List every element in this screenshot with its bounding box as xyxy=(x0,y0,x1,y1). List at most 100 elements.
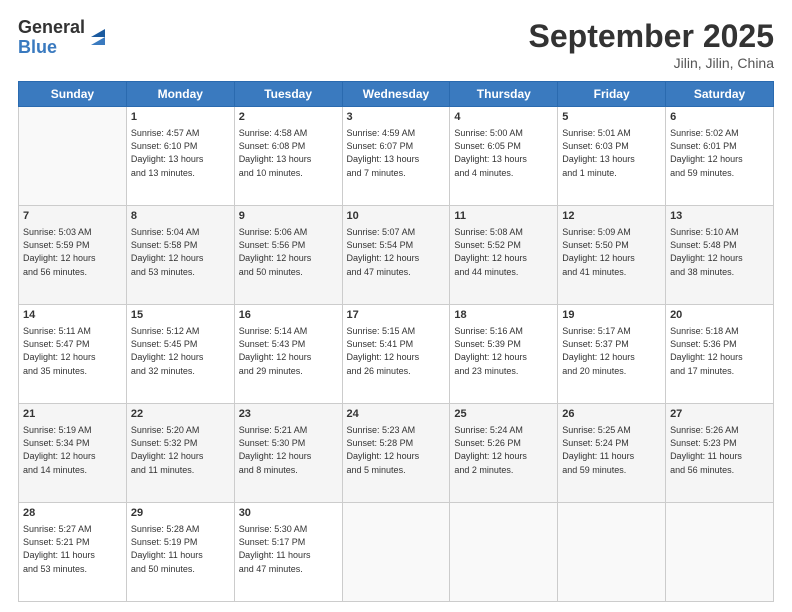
day-number: 30 xyxy=(239,506,338,521)
cell-content: Sunrise: 5:23 AM Sunset: 5:28 PM Dayligh… xyxy=(347,424,446,476)
table-row: 23 Sunrise: 5:21 AM Sunset: 5:30 PM Dayli… xyxy=(234,404,342,503)
table-row xyxy=(19,107,127,206)
day-number: 24 xyxy=(347,407,446,422)
calendar-week-row: 21 Sunrise: 5:19 AM Sunset: 5:34 PM Dayli… xyxy=(19,404,774,503)
day-number: 5 xyxy=(562,110,661,125)
day-number: 8 xyxy=(131,209,230,224)
header: General Blue September 2025 Jilin, Jilin… xyxy=(18,18,774,71)
day-number: 10 xyxy=(347,209,446,224)
cell-content: Sunrise: 5:02 AM Sunset: 6:01 PM Dayligh… xyxy=(670,127,769,179)
table-row: 12Sunrise: 5:09 AM Sunset: 5:50 PM Dayli… xyxy=(558,206,666,305)
cell-content: Sunrise: 5:10 AM Sunset: 5:48 PM Dayligh… xyxy=(670,226,769,278)
table-row: 18 Sunrise: 5:16 AM Sunset: 5:39 PM Dayli… xyxy=(450,305,558,404)
cell-content: Sunrise: 5:17 AM Sunset: 5:37 PM Dayligh… xyxy=(562,325,661,377)
cell-content: Sunrise: 5:26 AM Sunset: 5:23 PM Dayligh… xyxy=(670,424,769,476)
calendar-week-row: 14 Sunrise: 5:11 AM Sunset: 5:47 PM Dayli… xyxy=(19,305,774,404)
table-row: 20 Sunrise: 5:18 AM Sunset: 5:36 PM Dayli… xyxy=(666,305,774,404)
day-number: 9 xyxy=(239,209,338,224)
table-row: 17 Sunrise: 5:15 AM Sunset: 5:41 PM Dayli… xyxy=(342,305,450,404)
day-number: 13 xyxy=(670,209,769,224)
day-number: 7 xyxy=(23,209,122,224)
logo-blue-text: Blue xyxy=(18,38,85,58)
day-number: 22 xyxy=(131,407,230,422)
day-number: 28 xyxy=(23,506,122,521)
cell-content: Sunrise: 5:14 AM Sunset: 5:43 PM Dayligh… xyxy=(239,325,338,377)
logo-text: General Blue xyxy=(18,18,85,58)
table-row: 3Sunrise: 4:59 AM Sunset: 6:07 PM Daylig… xyxy=(342,107,450,206)
day-number: 12 xyxy=(562,209,661,224)
day-number: 14 xyxy=(23,308,122,323)
page: General Blue September 2025 Jilin, Jilin… xyxy=(0,0,792,612)
cell-content: Sunrise: 5:04 AM Sunset: 5:58 PM Dayligh… xyxy=(131,226,230,278)
day-number: 16 xyxy=(239,308,338,323)
calendar-week-row: 28 Sunrise: 5:27 AM Sunset: 5:21 PM Dayli… xyxy=(19,503,774,602)
table-row: 14 Sunrise: 5:11 AM Sunset: 5:47 PM Dayli… xyxy=(19,305,127,404)
cell-content: Sunrise: 5:18 AM Sunset: 5:36 PM Dayligh… xyxy=(670,325,769,377)
day-number: 1 xyxy=(131,110,230,125)
table-row: 2Sunrise: 4:58 AM Sunset: 6:08 PM Daylig… xyxy=(234,107,342,206)
col-friday: Friday xyxy=(558,82,666,107)
cell-content: Sunrise: 5:11 AM Sunset: 5:47 PM Dayligh… xyxy=(23,325,122,377)
table-row: 13 Sunrise: 5:10 AM Sunset: 5:48 PM Dayli… xyxy=(666,206,774,305)
cell-content: Sunrise: 5:21 AM Sunset: 5:30 PM Dayligh… xyxy=(239,424,338,476)
table-row: 10 Sunrise: 5:07 AM Sunset: 5:54 PM Dayli… xyxy=(342,206,450,305)
col-saturday: Saturday xyxy=(666,82,774,107)
table-row: 7Sunrise: 5:03 AM Sunset: 5:59 PM Daylig… xyxy=(19,206,127,305)
table-row: 1Sunrise: 4:57 AM Sunset: 6:10 PM Daylig… xyxy=(126,107,234,206)
cell-content: Sunrise: 5:01 AM Sunset: 6:03 PM Dayligh… xyxy=(562,127,661,179)
table-row: 30 Sunrise: 5:30 AM Sunset: 5:17 PM Dayli… xyxy=(234,503,342,602)
cell-content: Sunrise: 4:59 AM Sunset: 6:07 PM Dayligh… xyxy=(347,127,446,179)
day-number: 19 xyxy=(562,308,661,323)
cell-content: Sunrise: 5:24 AM Sunset: 5:26 PM Dayligh… xyxy=(454,424,553,476)
cell-content: Sunrise: 5:28 AM Sunset: 5:19 PM Dayligh… xyxy=(131,523,230,575)
cell-content: Sunrise: 5:20 AM Sunset: 5:32 PM Dayligh… xyxy=(131,424,230,476)
day-number: 6 xyxy=(670,110,769,125)
cell-content: Sunrise: 5:25 AM Sunset: 5:24 PM Dayligh… xyxy=(562,424,661,476)
table-row: 16 Sunrise: 5:14 AM Sunset: 5:43 PM Dayli… xyxy=(234,305,342,404)
cell-content: Sunrise: 5:07 AM Sunset: 5:54 PM Dayligh… xyxy=(347,226,446,278)
table-row: 29 Sunrise: 5:28 AM Sunset: 5:19 PM Dayli… xyxy=(126,503,234,602)
cell-content: Sunrise: 5:15 AM Sunset: 5:41 PM Dayligh… xyxy=(347,325,446,377)
table-row: 22 Sunrise: 5:20 AM Sunset: 5:32 PM Dayli… xyxy=(126,404,234,503)
table-row xyxy=(342,503,450,602)
col-sunday: Sunday xyxy=(19,82,127,107)
col-tuesday: Tuesday xyxy=(234,82,342,107)
cell-content: Sunrise: 5:16 AM Sunset: 5:39 PM Dayligh… xyxy=(454,325,553,377)
cell-content: Sunrise: 5:30 AM Sunset: 5:17 PM Dayligh… xyxy=(239,523,338,575)
table-row xyxy=(558,503,666,602)
calendar-table: Sunday Monday Tuesday Wednesday Thursday… xyxy=(18,81,774,602)
col-thursday: Thursday xyxy=(450,82,558,107)
day-number: 21 xyxy=(23,407,122,422)
day-number: 18 xyxy=(454,308,553,323)
table-row: 21 Sunrise: 5:19 AM Sunset: 5:34 PM Dayli… xyxy=(19,404,127,503)
day-number: 20 xyxy=(670,308,769,323)
table-row: 8 Sunrise: 5:04 AM Sunset: 5:58 PM Daylig… xyxy=(126,206,234,305)
day-number: 23 xyxy=(239,407,338,422)
calendar-week-row: 7Sunrise: 5:03 AM Sunset: 5:59 PM Daylig… xyxy=(19,206,774,305)
table-row: 25 Sunrise: 5:24 AM Sunset: 5:26 PM Dayli… xyxy=(450,404,558,503)
table-row: 28 Sunrise: 5:27 AM Sunset: 5:21 PM Dayli… xyxy=(19,503,127,602)
day-number: 17 xyxy=(347,308,446,323)
cell-content: Sunrise: 5:12 AM Sunset: 5:45 PM Dayligh… xyxy=(131,325,230,377)
table-row: 4 Sunrise: 5:00 AM Sunset: 6:05 PM Daylig… xyxy=(450,107,558,206)
logo: General Blue xyxy=(18,18,109,58)
cell-content: Sunrise: 5:27 AM Sunset: 5:21 PM Dayligh… xyxy=(23,523,122,575)
title-block: September 2025 Jilin, Jilin, China xyxy=(529,18,774,71)
logo-general-text: General xyxy=(18,18,85,38)
day-number: 11 xyxy=(454,209,553,224)
col-wednesday: Wednesday xyxy=(342,82,450,107)
col-monday: Monday xyxy=(126,82,234,107)
table-row xyxy=(450,503,558,602)
calendar-header-row: Sunday Monday Tuesday Wednesday Thursday… xyxy=(19,82,774,107)
cell-content: Sunrise: 5:06 AM Sunset: 5:56 PM Dayligh… xyxy=(239,226,338,278)
day-number: 4 xyxy=(454,110,553,125)
day-number: 25 xyxy=(454,407,553,422)
day-number: 29 xyxy=(131,506,230,521)
day-number: 27 xyxy=(670,407,769,422)
table-row: 15Sunrise: 5:12 AM Sunset: 5:45 PM Dayli… xyxy=(126,305,234,404)
table-row: 24 Sunrise: 5:23 AM Sunset: 5:28 PM Dayli… xyxy=(342,404,450,503)
calendar-week-row: 1Sunrise: 4:57 AM Sunset: 6:10 PM Daylig… xyxy=(19,107,774,206)
table-row: 11Sunrise: 5:08 AM Sunset: 5:52 PM Dayli… xyxy=(450,206,558,305)
cell-content: Sunrise: 5:00 AM Sunset: 6:05 PM Dayligh… xyxy=(454,127,553,179)
cell-content: Sunrise: 5:19 AM Sunset: 5:34 PM Dayligh… xyxy=(23,424,122,476)
